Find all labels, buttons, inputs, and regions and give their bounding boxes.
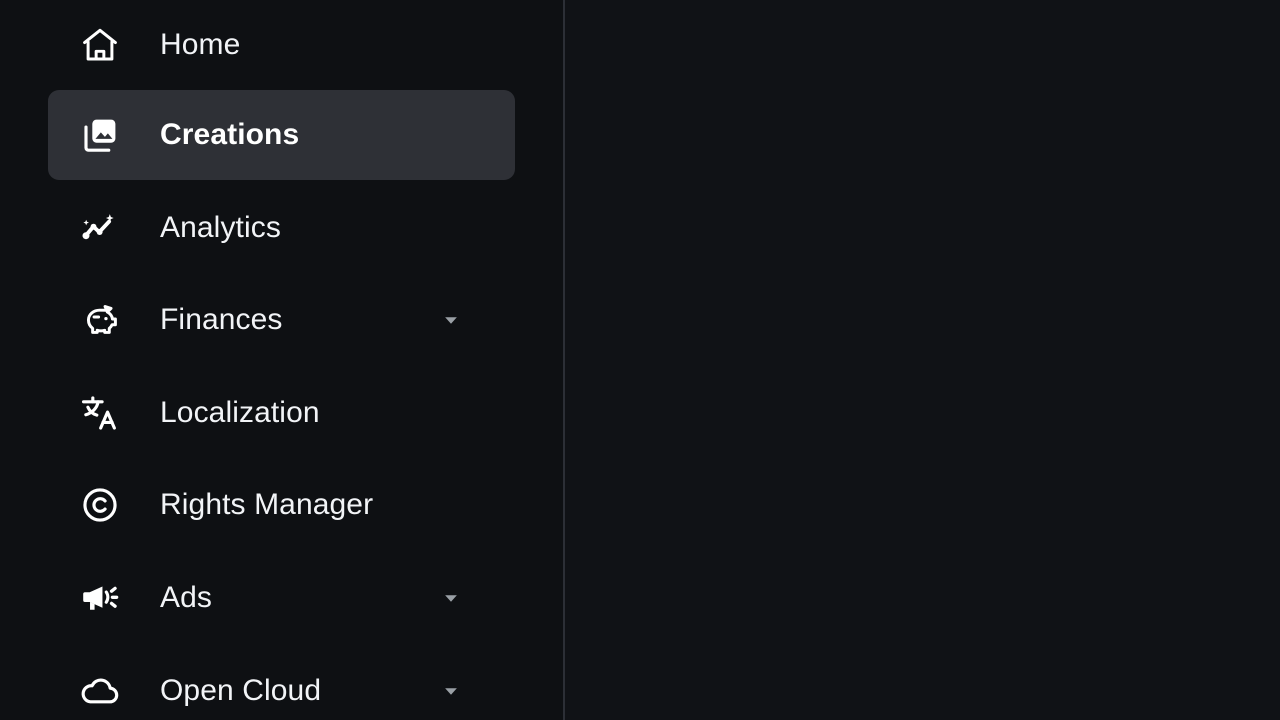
sidebar-divider (563, 0, 565, 720)
sidebar-item-label: Ads (160, 581, 212, 614)
sidebar-item-label: Creations (160, 118, 300, 151)
sidebar-item-label: Rights Manager (160, 488, 374, 521)
sidebar-item-creations[interactable]: Creations (48, 90, 515, 180)
sidebar-item-label: Finances (160, 303, 283, 336)
chevron-down-icon[interactable] (440, 680, 462, 702)
ai-analytics-icon (76, 204, 124, 252)
sidebar-item-rights-manager[interactable]: Rights Manager (48, 460, 515, 550)
sidebar-item-label: Open Cloud (160, 674, 322, 707)
home-icon (76, 21, 124, 69)
translate-icon (76, 389, 124, 437)
piggy-bank-icon (76, 296, 124, 344)
sidebar-item-home[interactable]: Home (48, 0, 515, 90)
sidebar-item-open-cloud[interactable]: Open Cloud (48, 646, 515, 720)
megaphone-icon (76, 574, 124, 622)
app-root: Home Creations Analytics Finances Locali… (0, 0, 1280, 720)
sidebar-item-ads[interactable]: Ads (48, 553, 515, 643)
cloud-icon (76, 667, 124, 715)
sidebar-item-finances[interactable]: Finances (48, 275, 515, 365)
sidebar-item-localization[interactable]: Localization (48, 368, 515, 458)
chevron-down-icon[interactable] (440, 587, 462, 609)
sidebar: Home Creations Analytics Finances Locali… (0, 0, 565, 720)
sidebar-item-label: Localization (160, 396, 320, 429)
sidebar-item-analytics[interactable]: Analytics (48, 183, 515, 273)
sidebar-item-label: Analytics (160, 211, 281, 244)
main-content-panel (565, 0, 1280, 720)
images-icon (76, 111, 124, 159)
copyright-icon (76, 481, 124, 529)
sidebar-item-label: Home (160, 28, 241, 61)
chevron-down-icon[interactable] (440, 309, 462, 331)
